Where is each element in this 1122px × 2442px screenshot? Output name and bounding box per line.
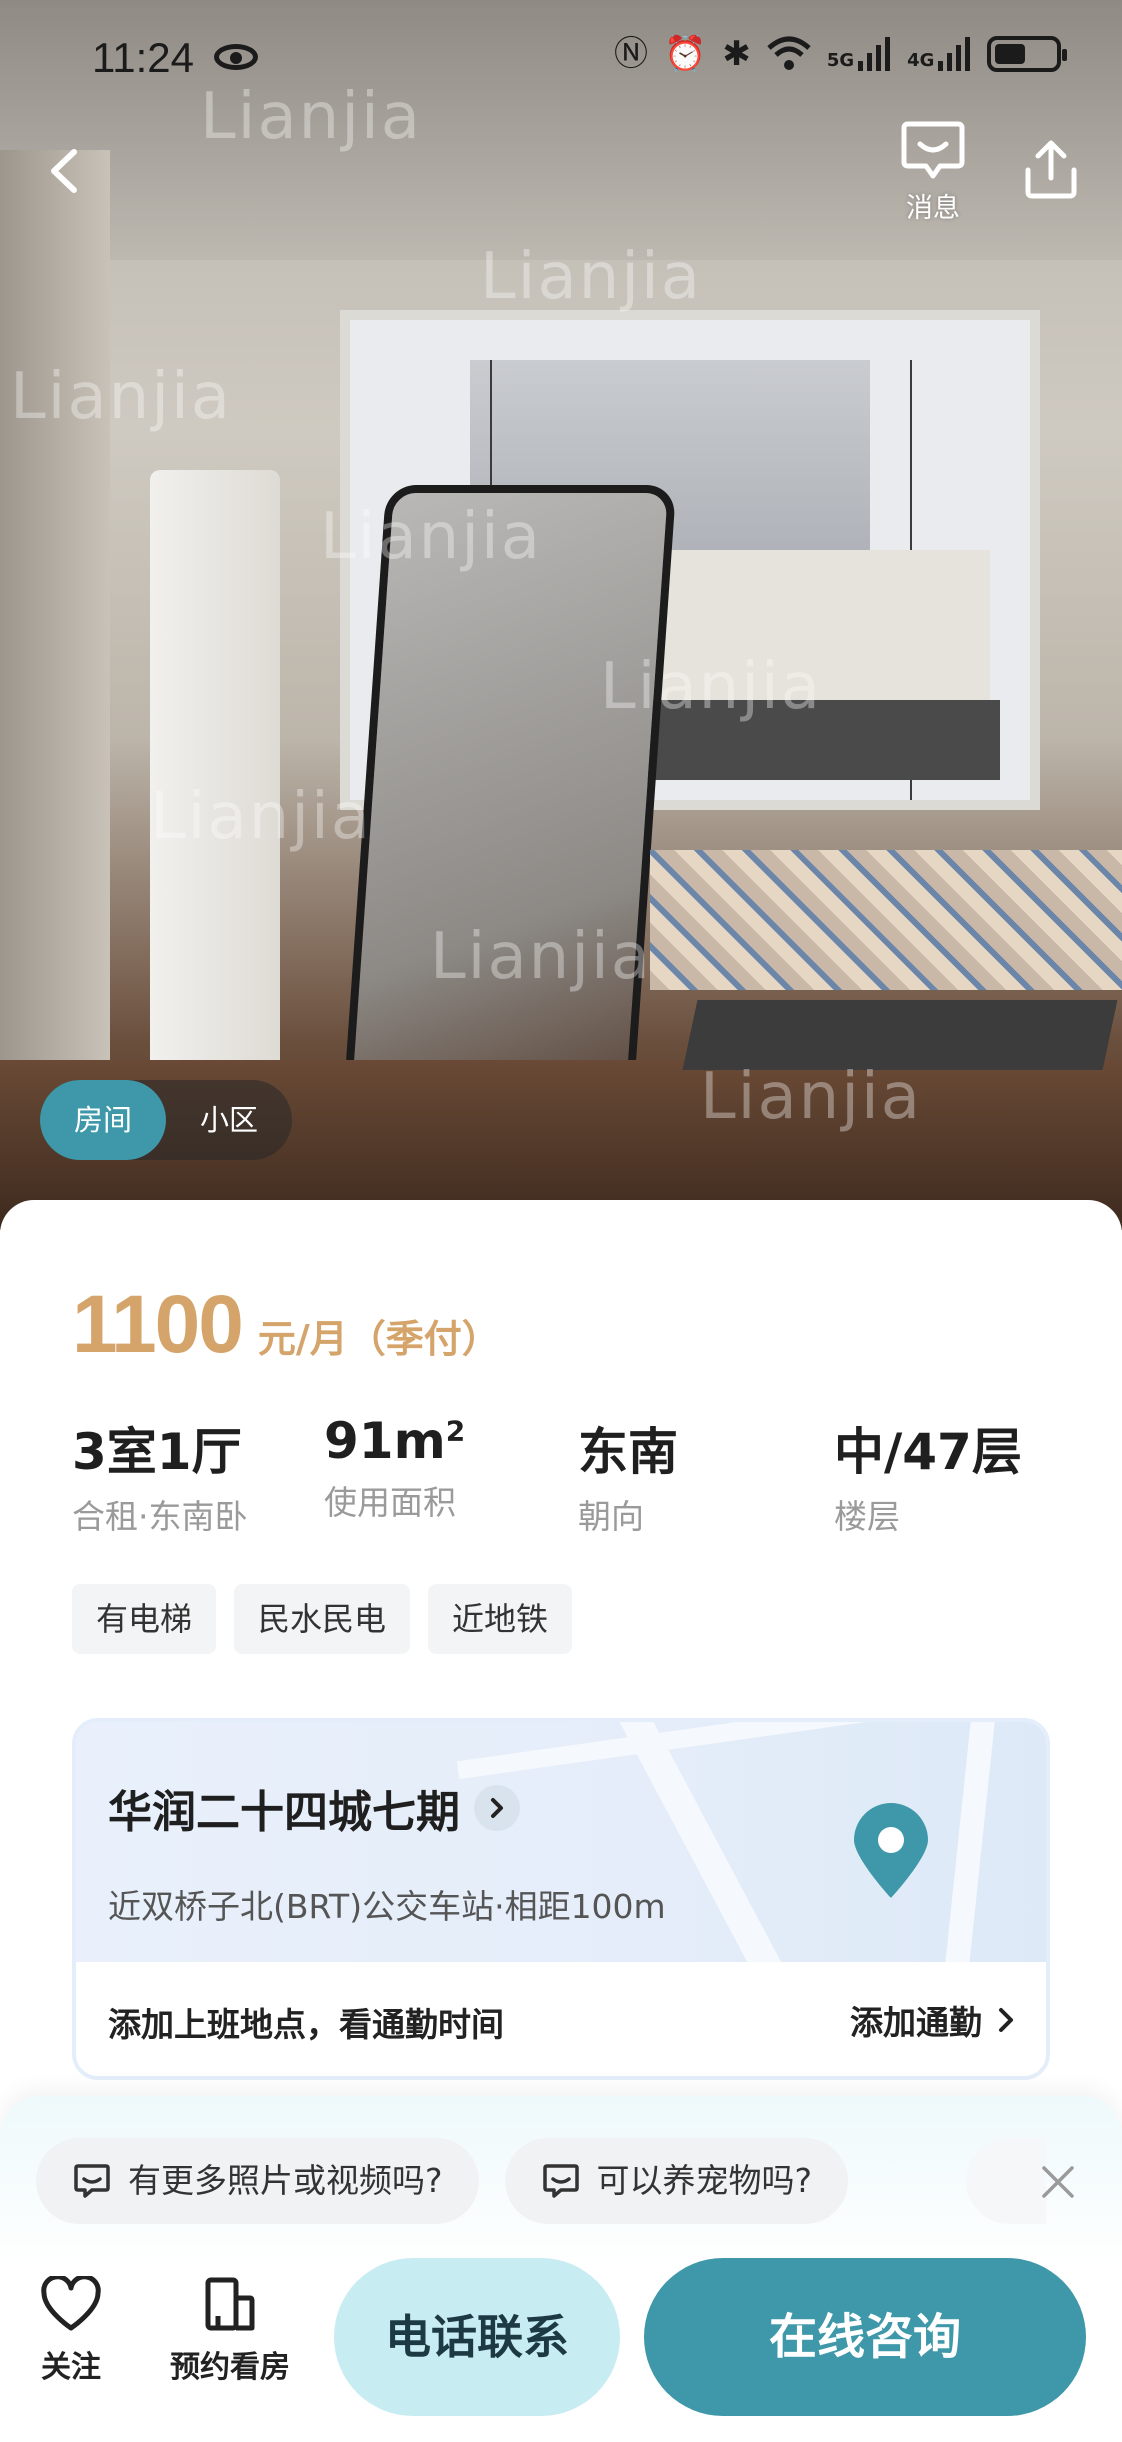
quick-question-label: 有更多照片或视频吗?: [128, 2161, 443, 2200]
status-bar: 11:24 Ⓝ ⏰ ✱ 5G 4G: [0, 0, 1122, 110]
watermark: Lianjia: [320, 500, 542, 574]
spec-layout: 3室1厅 合租·东南卧: [72, 1412, 248, 1538]
online-consult-button[interactable]: 在线咨询: [644, 2258, 1086, 2416]
area-superscript: 2: [445, 1414, 466, 1448]
alarm-icon: ⏰: [664, 34, 707, 74]
close-quick-questions-button[interactable]: [1036, 2160, 1080, 2204]
message-button[interactable]: 消息: [898, 118, 968, 228]
spec-label: 合租·东南卧: [72, 1497, 248, 1536]
spec-value: 中/47层: [834, 1423, 1022, 1481]
quick-question-chip[interactable]: 有更多照片或视频吗?: [36, 2138, 479, 2224]
chevron-right-icon: [999, 2008, 1013, 2032]
mini-map[interactable]: 华润二十四城七期 近双桥子北(BRT)公交车站·相距100m: [76, 1722, 1046, 2028]
share-icon: [1025, 140, 1077, 199]
5g-signal-icon: 5G: [827, 37, 891, 71]
rent-price: 1100: [72, 1279, 244, 1370]
spec-label: 楼层: [834, 1497, 900, 1536]
spec-value: 91m2: [324, 1412, 465, 1470]
photo-mirror: [343, 485, 677, 1095]
photo-tab-bar: 房间 小区: [40, 1080, 293, 1160]
quick-question-chip[interactable]: 可以养宠物吗?: [504, 2138, 849, 2224]
battery-icon: [987, 36, 1068, 72]
photo-bed: [650, 850, 1122, 990]
tab-room[interactable]: 房间: [40, 1080, 167, 1160]
eye-icon: [214, 44, 258, 70]
watermark: Lianjia: [480, 240, 702, 314]
location-card[interactable]: 华润二十四城七期 近双桥子北(BRT)公交车站·相距100m 添加上班地点，看通…: [72, 1718, 1050, 2080]
add-commute-button[interactable]: 添加通勤: [850, 1996, 1016, 2044]
commute-row[interactable]: 添加上班地点，看通勤时间 添加通勤: [76, 1962, 1046, 2076]
close-icon: [1042, 2166, 1074, 2198]
book-viewing-button[interactable]: 预约看房: [162, 2276, 298, 2386]
follow-button[interactable]: 关注: [36, 2276, 106, 2386]
watermark: Lianjia: [700, 1060, 922, 1134]
action-bar: 关注 预约看房 电话联系 在线咨询: [0, 2252, 1122, 2442]
commute-prompt: 添加上班地点，看通勤时间: [108, 2005, 504, 2044]
back-button[interactable]: [32, 136, 102, 206]
chevron-left-icon: [51, 149, 77, 193]
spec-label: 朝向: [578, 1497, 644, 1536]
heart-icon: [41, 2276, 101, 2331]
rent-price-unit: 元/月（季付）: [257, 1317, 500, 1361]
chevron-right-icon: [474, 1785, 520, 1831]
spec-orientation: 东南 朝向: [578, 1412, 678, 1538]
4g-signal-icon: 4G: [907, 37, 971, 71]
watermark: Lianjia: [150, 780, 372, 854]
spec-value: 东南: [578, 1423, 678, 1481]
chat-bubble-icon: [74, 2164, 110, 2198]
nearby-transit: 近双桥子北(BRT)公交车站·相距100m: [108, 1887, 666, 1926]
bluetooth-icon: ✱: [722, 34, 751, 74]
status-icons: Ⓝ ⏰ ✱ 5G 4G: [614, 34, 1068, 74]
spec-floor: 中/47层 楼层: [834, 1412, 1022, 1538]
quick-question-chip-partial[interactable]: [966, 2138, 1046, 2224]
spec-label: 使用面积: [324, 1483, 456, 1522]
book-viewing-label: 预约看房: [170, 2350, 290, 2385]
feature-tags: 有电梯 民水民电 近地铁: [72, 1584, 573, 1654]
spec-area: 91m2 使用面积: [324, 1412, 465, 1524]
feature-tag: 有电梯: [72, 1584, 217, 1654]
feature-tag: 近地铁: [428, 1584, 573, 1654]
price-row: 1100 元/月（季付）: [72, 1278, 500, 1372]
community-link[interactable]: 华润二十四城七期: [108, 1776, 520, 1840]
message-icon: [901, 121, 965, 179]
chat-bubble-icon: [542, 2164, 579, 2198]
watermark: Lianjia: [430, 920, 652, 994]
add-commute-label: 添加通勤: [850, 2003, 982, 2042]
feature-tag: 民水民电: [234, 1584, 411, 1654]
spec-row: 3室1厅 合租·东南卧 91m2 使用面积 东南 朝向 中/47层 楼层: [72, 1412, 1072, 1536]
building-icon: [205, 2277, 255, 2331]
nfc-icon: Ⓝ: [614, 34, 648, 74]
area-value: 91m: [324, 1412, 446, 1470]
spec-value: 3室1厅: [72, 1423, 242, 1481]
photo-wall: [0, 150, 110, 1150]
watermark: Lianjia: [600, 650, 822, 724]
watermark: Lianjia: [10, 360, 232, 434]
share-button[interactable]: [1018, 136, 1084, 202]
call-button[interactable]: 电话联系: [334, 2258, 620, 2416]
wifi-icon: [767, 36, 811, 70]
message-label: 消息: [906, 193, 960, 224]
follow-label: 关注: [41, 2350, 101, 2385]
map-pin-icon: [854, 1803, 928, 1898]
bottom-panel: 有更多照片或视频吗? 可以养宠物吗? 关注 预约看房 电话联系 在线咨询: [0, 2096, 1122, 2442]
quick-questions: 有更多照片或视频吗? 可以养宠物吗?: [36, 2138, 849, 2224]
community-name: 华润二十四城七期: [108, 1787, 460, 1838]
quick-question-label: 可以养宠物吗?: [596, 2161, 813, 2200]
status-time: 11:24: [92, 34, 194, 81]
tab-community[interactable]: 小区: [166, 1080, 292, 1160]
